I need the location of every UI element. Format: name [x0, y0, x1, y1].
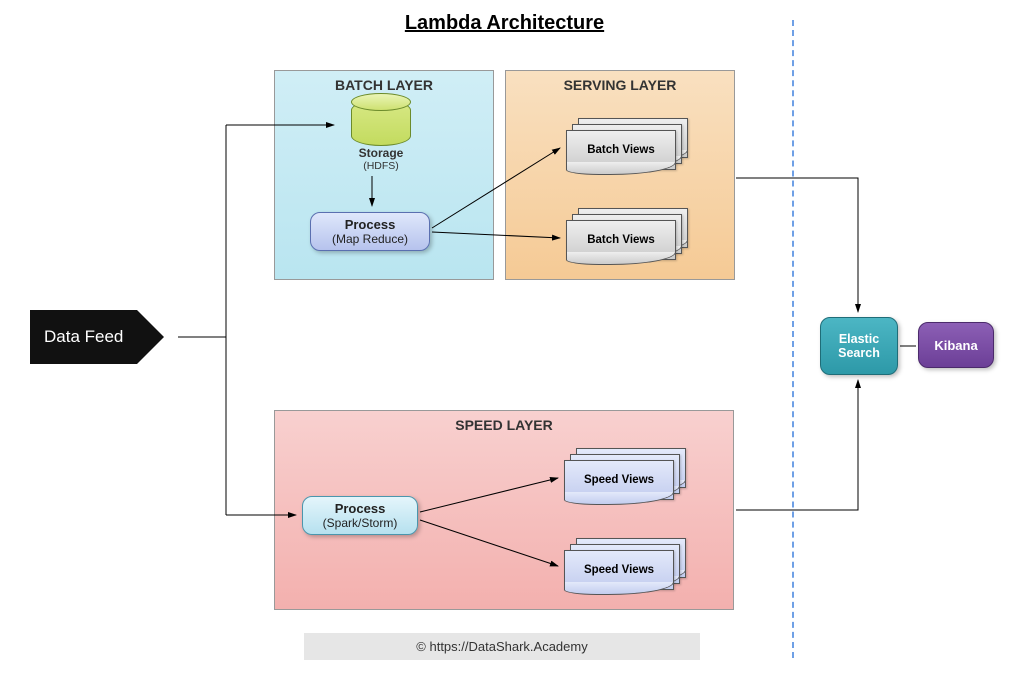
- process-batch-node: Process (Map Reduce): [310, 212, 430, 251]
- batch-layer-title: BATCH LAYER: [275, 77, 493, 93]
- process-speed-sub: (Spark/Storm): [323, 516, 398, 530]
- vertical-divider: [792, 20, 794, 658]
- kibana-node: Kibana: [918, 322, 994, 368]
- elastic-search-node: Elastic Search: [820, 317, 898, 375]
- batch-views-label: Batch Views: [587, 234, 655, 246]
- storage-label-main: Storage: [342, 146, 420, 160]
- kibana-label: Kibana: [934, 338, 977, 353]
- doc-card: Batch Views: [566, 130, 676, 170]
- process-batch-label: Process: [317, 217, 423, 232]
- speed-views-stack-1: Speed Views: [564, 448, 684, 500]
- storage-label-sub: (HDFS): [363, 160, 399, 172]
- data-feed-block: Data Feed: [30, 310, 137, 364]
- doc-card: Batch Views: [566, 220, 676, 260]
- storage-node: Storage (HDFS): [342, 100, 420, 170]
- speed-views-stack-2: Speed Views: [564, 538, 684, 590]
- batch-views-label: Batch Views: [587, 144, 655, 156]
- batch-views-stack-1: Batch Views: [566, 118, 686, 170]
- serving-layer-title: SERVING LAYER: [506, 77, 734, 93]
- storage-label: Storage (HDFS): [342, 146, 420, 172]
- process-speed-label: Process: [309, 501, 411, 516]
- diagram-title: Lambda Architecture: [0, 12, 1009, 35]
- cylinder-icon: [351, 100, 411, 146]
- doc-card: Speed Views: [564, 550, 674, 590]
- speed-views-label: Speed Views: [584, 564, 654, 576]
- elastic-search-label: Elastic Search: [827, 332, 891, 360]
- doc-card: Speed Views: [564, 460, 674, 500]
- process-batch-sub: (Map Reduce): [332, 232, 408, 246]
- data-feed-label: Data Feed: [44, 327, 123, 347]
- process-speed-node: Process (Spark/Storm): [302, 496, 418, 535]
- batch-views-stack-2: Batch Views: [566, 208, 686, 260]
- speed-layer-title: SPEED LAYER: [275, 417, 733, 433]
- copyright-bar: © https://DataShark.Academy: [304, 633, 700, 660]
- speed-views-label: Speed Views: [584, 474, 654, 486]
